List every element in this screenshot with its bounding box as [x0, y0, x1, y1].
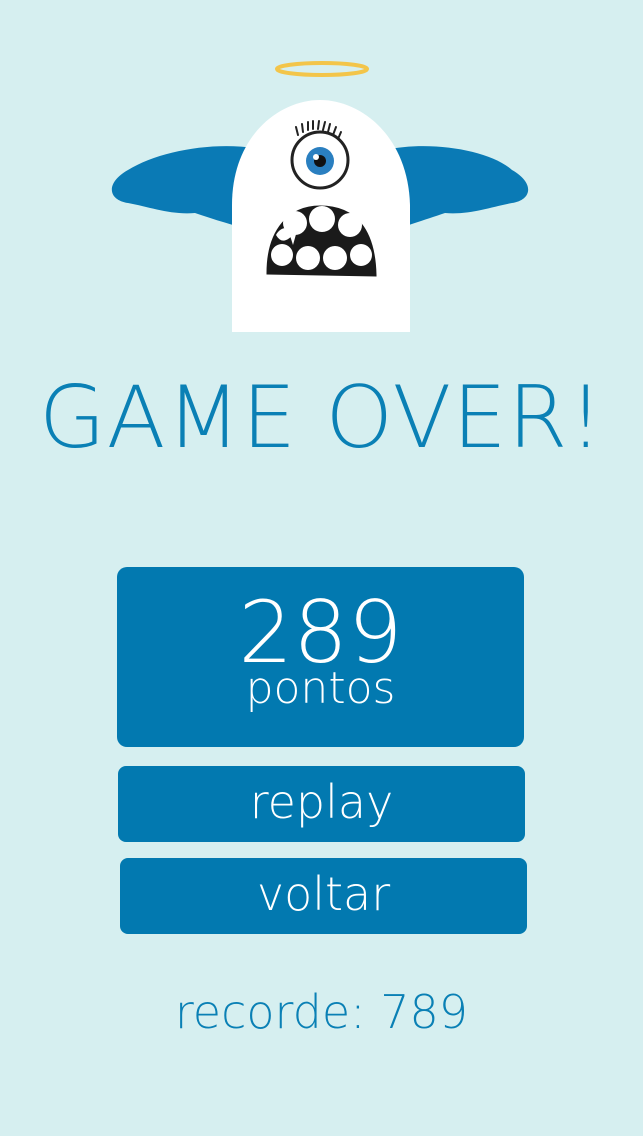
score-card: 289 pontos	[117, 567, 524, 747]
high-score-label: recorde: 789	[174, 985, 469, 1039]
back-button[interactable]: voltar	[120, 858, 527, 934]
score-unit-label: pontos	[245, 663, 396, 714]
game-over-title: GAME OVER!	[39, 368, 604, 468]
replay-button[interactable]: replay	[118, 766, 525, 842]
halo	[275, 61, 369, 77]
angel-monster-icon	[100, 55, 540, 335]
